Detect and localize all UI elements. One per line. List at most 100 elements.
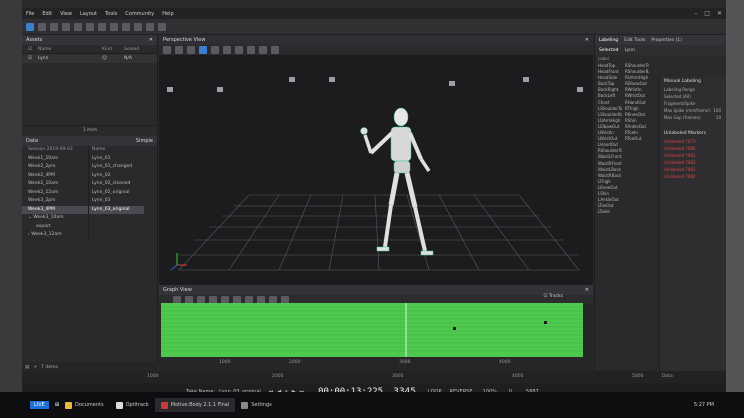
- layout-icon[interactable]: [50, 22, 58, 31]
- marker-label-item[interactable]: WaistRBack: [595, 173, 622, 179]
- session-item[interactable]: Week3_2pm: [22, 197, 88, 206]
- zoom-icon[interactable]: [175, 46, 183, 54]
- marker-label-item[interactable]: RWristOut: [622, 93, 649, 99]
- marker-label-item[interactable]: WaistRFront: [595, 161, 622, 167]
- unlabeled-marker-item[interactable]: Unlabeled 7883: [660, 166, 725, 173]
- take-item[interactable]: Lynn_01_changed: [89, 163, 144, 172]
- take-item[interactable]: Lynn_03: [89, 197, 144, 206]
- translate-icon[interactable]: [187, 46, 195, 54]
- checkbox-icon[interactable]: ☑: [22, 56, 38, 61]
- tracks-area[interactable]: [161, 303, 583, 357]
- unlabeled-title: Unlabeled Markers: [664, 131, 706, 136]
- assets-col-solved[interactable]: Solved: [124, 47, 154, 52]
- list-view-icon[interactable]: ▤: [25, 365, 29, 370]
- close-icon[interactable]: ✕: [585, 35, 589, 45]
- max-gap-input[interactable]: 10: [716, 115, 721, 120]
- unlabeled-marker-item[interactable]: Unlabeled 7881: [660, 152, 725, 159]
- tab-edit-tools[interactable]: Edit Tools: [624, 38, 645, 43]
- session-item[interactable]: Week1_10am: [22, 155, 88, 164]
- session-item-selected[interactable]: Week3_4PM: [22, 205, 88, 214]
- takes-header[interactable]: Name: [89, 146, 144, 155]
- marker-label-item[interactable]: RKneeOut: [622, 112, 649, 118]
- assets-col-name[interactable]: Name: [38, 47, 102, 52]
- taskbar-item-settings[interactable]: Settings: [235, 398, 278, 412]
- menu-layout[interactable]: Layout: [80, 11, 97, 17]
- marker-label-item[interactable]: RToeOut: [622, 136, 649, 142]
- camera-view-icon[interactable]: [259, 46, 267, 54]
- menu-community[interactable]: Community: [125, 11, 154, 17]
- menu-file[interactable]: File: [26, 11, 34, 17]
- settings-icon[interactable]: [86, 22, 94, 31]
- close-icon[interactable]: ✕: [585, 285, 589, 295]
- visibility-icon[interactable]: [271, 46, 279, 54]
- rotate-icon[interactable]: [211, 46, 219, 54]
- session-item[interactable]: ⌄ Week3_10am: [22, 214, 88, 223]
- subtab-selected[interactable]: Selected: [599, 48, 619, 53]
- clock[interactable]: 5:27 PM: [694, 402, 714, 408]
- menu-view[interactable]: View: [60, 11, 72, 17]
- session-subitem[interactable]: export: [22, 223, 88, 232]
- live-indicator[interactable]: LIVE: [30, 401, 49, 409]
- close-icon[interactable]: ✕: [717, 10, 722, 17]
- marker-icon[interactable]: [235, 46, 243, 54]
- maximize-icon[interactable]: □: [704, 10, 710, 17]
- session-item[interactable]: Week2_10am: [22, 180, 88, 189]
- select-icon[interactable]: [163, 46, 171, 54]
- marker-label-item[interactable]: LToeIn: [595, 209, 622, 215]
- grid-icon[interactable]: [74, 22, 82, 31]
- session-item[interactable]: Week2_12am: [22, 189, 88, 198]
- tracks-label[interactable]: ☑ Tracks: [543, 294, 563, 299]
- graph-icon[interactable]: [98, 22, 106, 31]
- take-item[interactable]: Lynn_02: [89, 172, 144, 181]
- taskbar-item-documents[interactable]: Documents: [59, 398, 110, 412]
- asset-row[interactable]: ☑ Lynn ☺ N/A: [22, 54, 157, 63]
- close-icon[interactable]: ✕: [149, 35, 153, 45]
- marker-label-item[interactable]: WaistLFront: [595, 154, 622, 160]
- scale-icon[interactable]: [223, 46, 231, 54]
- timeline-bar[interactable]: 1000 2000 3000 4000 5000 Data: [22, 371, 726, 383]
- minimize-icon[interactable]: –: [694, 10, 697, 17]
- unlabeled-marker-item[interactable]: Unlabeled 7882: [660, 159, 725, 166]
- skeleton-icon[interactable]: [146, 22, 154, 31]
- take-item[interactable]: Lynn_01: [89, 155, 144, 164]
- simple-toggle[interactable]: Simple: [136, 136, 153, 146]
- unlabeled-marker-item[interactable]: Unlabeled 7880: [660, 145, 725, 152]
- unlabeled-marker-item[interactable]: Unlabeled 7873: [660, 138, 725, 145]
- marker-label-item[interactable]: WaistLBack: [595, 167, 622, 173]
- move-icon[interactable]: [199, 46, 207, 54]
- take-item[interactable]: Lynn_02_cleaned: [89, 180, 144, 189]
- subtab-lynn[interactable]: Lynn: [625, 48, 635, 53]
- tab-labeling[interactable]: Labeling: [599, 38, 618, 43]
- 3d-viewport[interactable]: [159, 55, 593, 285]
- edit-icon[interactable]: [122, 22, 130, 31]
- marker-label-item[interactable]: LShoulderTop: [595, 106, 622, 112]
- rigid-body-icon[interactable]: [134, 22, 142, 31]
- open-icon[interactable]: [26, 22, 34, 31]
- taskbar-item-motive[interactable]: Motive:Body 2.1.1 Final: [154, 398, 236, 412]
- checkbox-icon[interactable]: ☑: [22, 47, 38, 52]
- option-fragment[interactable]: Fragment/Spike: [660, 100, 725, 107]
- export-icon[interactable]: [158, 22, 166, 31]
- tab-properties[interactable]: Properties (1): [651, 38, 682, 43]
- take-item-selected[interactable]: Lynn_03_original: [89, 205, 144, 214]
- assets-col-kind[interactable]: Kind: [102, 47, 124, 52]
- menu-edit[interactable]: Edit: [42, 11, 52, 17]
- add-icon[interactable]: +: [33, 365, 37, 370]
- marker-label-item[interactable]: LShoulderBack: [595, 112, 622, 118]
- menu-help[interactable]: Help: [162, 11, 173, 17]
- bone-icon[interactable]: [247, 46, 255, 54]
- option-selected[interactable]: Selected (All): [660, 93, 725, 100]
- record-icon[interactable]: [110, 22, 118, 31]
- save-icon[interactable]: [38, 22, 46, 31]
- session-item[interactable]: Week2_2pm: [22, 163, 88, 172]
- max-spike-input[interactable]: 100: [713, 108, 721, 113]
- menu-tools[interactable]: Tools: [105, 11, 117, 17]
- marker-label-item[interactable]: RHandOut: [622, 100, 649, 106]
- taskbar-item-optitrack[interactable]: Optitrack: [110, 398, 155, 412]
- camera-icon[interactable]: [62, 22, 70, 31]
- session-item[interactable]: › Week3_12am: [22, 231, 88, 240]
- session-header[interactable]: Session 2019-09-03: [22, 146, 88, 155]
- take-item[interactable]: Lynn_02_original: [89, 189, 144, 198]
- session-item[interactable]: Week2_4PM: [22, 172, 88, 181]
- unlabeled-marker-item[interactable]: Unlabeled 7884: [660, 173, 725, 180]
